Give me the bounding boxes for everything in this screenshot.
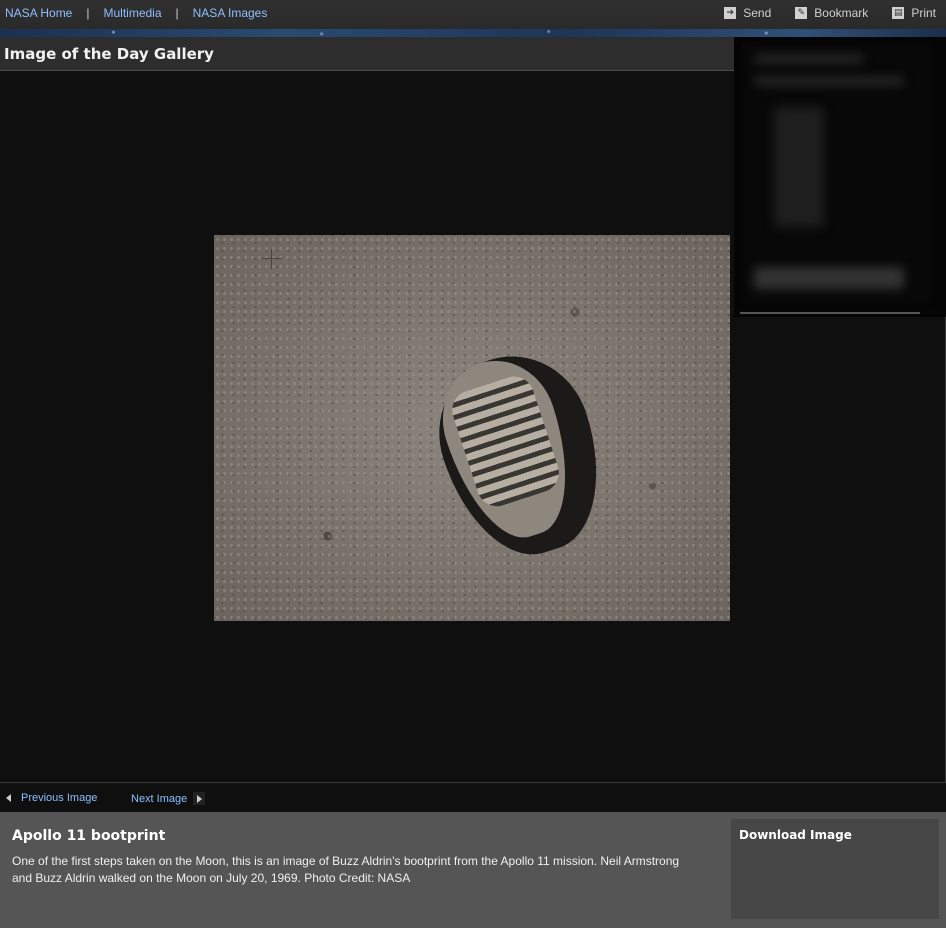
bookmark-label: Bookmark [814, 6, 869, 20]
starfield-banner [0, 29, 946, 37]
print-icon: ▤ [892, 7, 905, 19]
gallery-image[interactable] [214, 235, 730, 621]
next-image-link[interactable]: Next Image [131, 792, 206, 805]
arrow-left-icon [6, 794, 11, 802]
top-bar: NASA Home | Multimedia | NASA Images ➔ S… [0, 0, 946, 37]
nav-link-nasa-images[interactable]: NASA Images [193, 6, 268, 20]
blurred-text [754, 55, 864, 63]
next-arrow-box [193, 792, 206, 805]
download-image-panel[interactable]: Download Image [731, 819, 939, 919]
previous-image-link[interactable]: Previous Image [6, 792, 97, 804]
page-title: Image of the Day Gallery [4, 45, 214, 63]
image-caption: Apollo 11 bootprint One of the first ste… [0, 812, 946, 928]
blurred-side-panel [734, 37, 946, 317]
bookmark-button[interactable]: ✎ Bookmark [795, 6, 868, 20]
reticle-mark [262, 249, 282, 269]
send-button[interactable]: ➔ Send [724, 6, 771, 20]
print-label: Print [911, 6, 936, 20]
send-label: Send [743, 6, 772, 20]
blurred-text [754, 77, 904, 85]
download-image-label[interactable]: Download Image [739, 828, 852, 842]
nav-link-multimedia[interactable]: Multimedia [103, 6, 161, 20]
nav-separator: | [175, 6, 179, 20]
blurred-button [754, 267, 904, 289]
caption-title: Apollo 11 bootprint [12, 828, 166, 844]
send-icon: ➔ [724, 7, 737, 19]
caption-text: One of the first steps taken on the Moon… [12, 854, 680, 885]
next-image-label: Next Image [131, 792, 188, 805]
print-button[interactable]: ▤ Print [892, 6, 936, 20]
bookmark-icon: ✎ [795, 7, 808, 19]
arrow-right-icon [196, 794, 202, 803]
page-tools: ➔ Send ✎ Bookmark ▤ Print [700, 6, 936, 20]
nav-separator: | [86, 6, 90, 20]
blurred-list [774, 107, 824, 227]
nav-link-nasa-home[interactable]: NASA Home [5, 6, 72, 20]
image-pager: Previous Image Next Image [0, 782, 946, 813]
top-nav: NASA Home | Multimedia | NASA Images [5, 6, 267, 20]
previous-image-label: Previous Image [21, 792, 98, 804]
panel-divider [740, 312, 920, 314]
